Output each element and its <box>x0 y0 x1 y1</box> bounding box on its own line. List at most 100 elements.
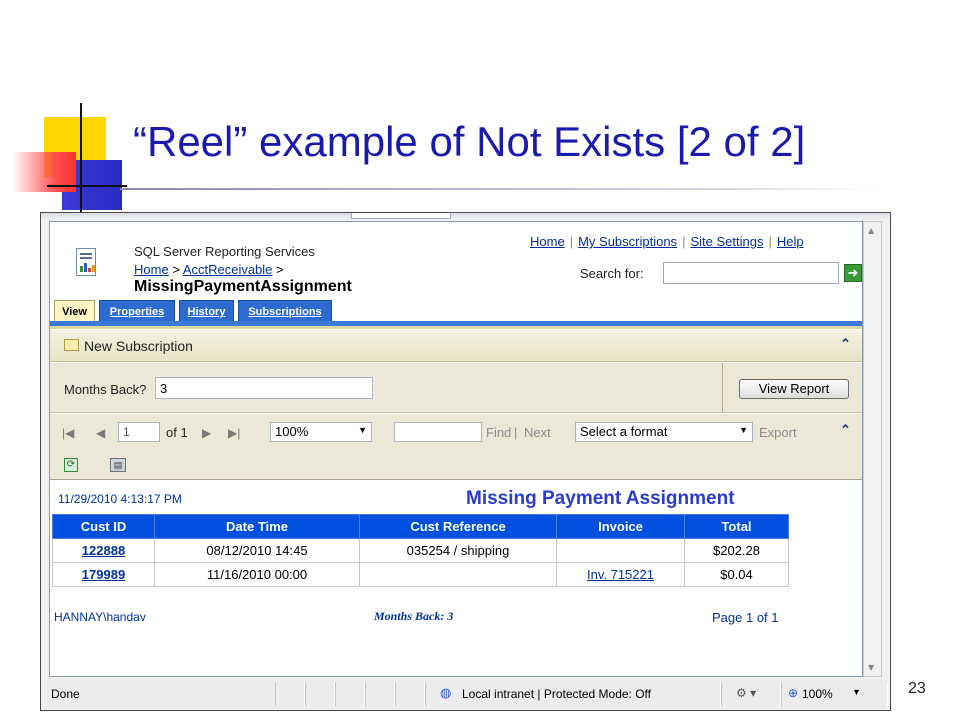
export-format-select[interactable]: Select a format ▼ <box>575 422 753 442</box>
top-links: Home | My Subscriptions | Site Settings | Help <box>530 234 804 249</box>
slide-decoration-line-horizontal <box>47 185 127 187</box>
report-page-footer: Page 1 of 1 <box>712 610 779 625</box>
find-input[interactable] <box>394 422 482 442</box>
status-cell <box>275 682 305 706</box>
tab-view[interactable]: View <box>54 300 95 322</box>
report-user: HANNAY\handav <box>54 610 146 624</box>
tab-history[interactable]: History <box>179 300 234 322</box>
security-icon[interactable]: ⚙ ▾ <box>736 686 756 700</box>
status-bar: Done ◍ Local intranet | Protected Mode: … <box>45 680 888 709</box>
report-name: MissingPaymentAssignment <box>134 278 352 295</box>
report-table: Cust ID Date Time Cust Reference Invoice… <box>52 514 789 587</box>
zoom-select[interactable]: 100% ▼ <box>270 422 372 442</box>
column-header: Date Time <box>154 514 360 539</box>
find-separator: | <box>514 425 518 440</box>
status-zoom-value: 100% <box>802 687 833 701</box>
page-count: of 1 <box>166 425 188 440</box>
cust-reference-cell <box>359 562 557 587</box>
slide-decoration-line-vertical <box>80 103 82 215</box>
months-back-input[interactable]: 3 <box>155 377 373 399</box>
search-label: Search for: <box>580 266 644 281</box>
globe-icon: ◍ <box>440 685 452 700</box>
column-header: Cust Reference <box>359 514 557 539</box>
new-subscription-icon <box>64 339 79 351</box>
link-separator: | <box>682 234 686 249</box>
table-row: 122888 08/12/2010 14:45 035254 / shippin… <box>52 538 789 563</box>
export-format-value: Select a format <box>580 424 668 439</box>
scroll-up-icon[interactable]: ▲ <box>868 226 874 235</box>
total-cell: $0.04 <box>684 562 789 587</box>
cust-reference-cell: 035254 / shipping <box>359 538 557 563</box>
collapse-chevron-icon[interactable]: ⌃ <box>840 336 851 352</box>
breadcrumb-separator: > <box>276 262 284 277</box>
slide-title-rule <box>120 188 880 190</box>
months-back-label: Months Back? <box>64 382 147 397</box>
security-zone-cell: ◍ Local intranet | Protected Mode: Off <box>425 682 721 706</box>
report-timestamp: 11/29/2010 4:13:17 PM <box>58 492 182 506</box>
status-cell <box>335 682 365 706</box>
invoice-cell <box>556 538 685 563</box>
refresh-icon[interactable]: ⟳ <box>64 458 78 472</box>
print-icon[interactable]: ▤ <box>110 458 126 472</box>
slide-title: “Reel” example of Not Exists [2 of 2] <box>133 118 806 165</box>
invoice-link[interactable]: Inv. 715221 <box>587 567 654 582</box>
column-header: Invoice <box>556 514 685 539</box>
breadcrumb-separator: > <box>172 262 180 277</box>
page-viewport: SQL Server Reporting Services Home > Acc… <box>49 221 863 677</box>
service-name: SQL Server Reporting Services <box>134 244 315 259</box>
report-icon <box>76 248 96 276</box>
zoom-value: 100% <box>275 424 309 439</box>
cust-id-link[interactable]: 122888 <box>82 543 125 558</box>
column-header: Cust ID <box>52 514 155 539</box>
breadcrumb-folder-link[interactable]: AcctReceivable <box>183 262 273 277</box>
zoom-icon: ⊕ <box>788 686 799 700</box>
last-page-icon[interactable]: ▶| <box>228 426 240 440</box>
tab-underline-accent <box>50 326 862 329</box>
cust-id-cell: 122888 <box>52 538 155 563</box>
column-header: Total <box>684 514 789 539</box>
link-separator: | <box>569 234 574 249</box>
my-subscriptions-link[interactable]: My Subscriptions <box>578 234 677 249</box>
help-link[interactable]: Help <box>777 234 804 249</box>
slide-page-number: 23 <box>908 680 926 697</box>
previous-page-icon[interactable]: ◀ <box>96 426 105 440</box>
vertical-scrollbar[interactable]: ▲ ▼ <box>863 221 882 677</box>
next-page-icon[interactable]: ▶ <box>202 426 211 440</box>
table-header-row: Cust ID Date Time Cust Reference Invoice… <box>52 514 789 539</box>
status-text: Done <box>51 687 80 701</box>
view-report-button[interactable]: View Report <box>739 379 849 399</box>
link-separator: | <box>768 234 772 249</box>
breadcrumb: Home > AcctReceivable > <box>134 262 284 277</box>
home-link[interactable]: Home <box>530 234 565 249</box>
search-input[interactable] <box>663 262 839 284</box>
new-subscription-bar: New Subscription ⌃ <box>50 330 862 362</box>
status-cell <box>395 682 425 706</box>
report-months-back: Months Back: 3 <box>374 609 454 623</box>
browser-tab-edge <box>351 213 451 219</box>
browser-window: SQL Server Reporting Services Home > Acc… <box>40 212 891 711</box>
toolbar-collapse-chevron-icon[interactable]: ⌃ <box>840 422 851 438</box>
scroll-down-icon[interactable]: ▼ <box>868 663 874 672</box>
export-link[interactable]: Export <box>759 425 797 440</box>
breadcrumb-home-link[interactable]: Home <box>134 262 169 277</box>
chevron-down-icon: ▼ <box>739 425 748 435</box>
zoom-cell[interactable]: ⊕ 100% ▼ <box>781 682 888 706</box>
cust-id-link[interactable]: 179989 <box>82 567 125 582</box>
tab-subscriptions[interactable]: Subscriptions <box>238 300 332 322</box>
security-zone: Local intranet | Protected Mode: Off <box>462 687 651 701</box>
parameter-divider <box>722 363 723 413</box>
page-number-input[interactable]: 1 <box>118 422 160 442</box>
cust-id-cell: 179989 <box>52 562 155 587</box>
report-toolbar: |◀ ◀ 1 of 1 ▶ ▶| 100% ▼ Find | Next Selec… <box>50 414 862 480</box>
find-next-link[interactable]: Next <box>524 425 551 440</box>
chevron-down-icon: ▼ <box>852 687 861 697</box>
table-row: 179989 11/16/2010 00:00 Inv. 715221 $0.0… <box>52 562 789 587</box>
site-settings-link[interactable]: Site Settings <box>690 234 763 249</box>
status-cell <box>365 682 395 706</box>
security-cell: ⚙ ▾ <box>721 682 781 706</box>
first-page-icon[interactable]: |◀ <box>62 426 74 440</box>
tab-properties[interactable]: Properties <box>99 300 175 322</box>
new-subscription-link[interactable]: New Subscription <box>84 338 193 354</box>
search-go-icon[interactable]: ➜ <box>844 264 862 282</box>
find-link[interactable]: Find <box>486 425 511 440</box>
